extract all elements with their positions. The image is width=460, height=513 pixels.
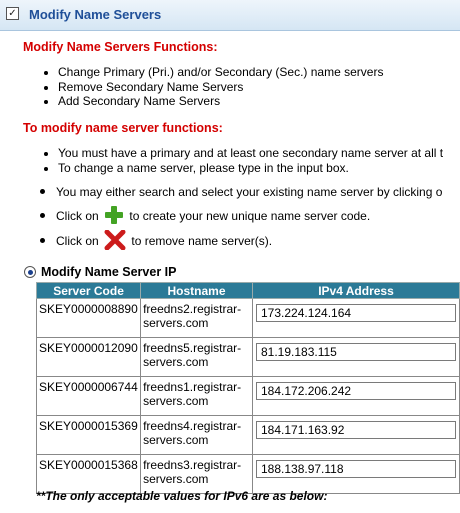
remove-instruction-text: to remove name server(s). — [131, 234, 273, 248]
modify-ip-radio[interactable] — [24, 266, 36, 278]
modify-heading: To modify name server functions: — [23, 121, 223, 135]
add-instruction-text: to create your new unique name server co… — [129, 209, 371, 223]
hostname: freedns4.registrar-servers.com — [140, 415, 253, 455]
section-checkbox[interactable]: ✓ — [6, 7, 19, 20]
ipv4-cell — [251, 298, 460, 338]
ipv4-cell — [251, 415, 460, 455]
server-code: SKEY0000012090 — [35, 337, 142, 377]
add-plus-icon — [104, 205, 124, 225]
server-code: SKEY0000015369 — [35, 415, 142, 455]
hostname: freedns2.registrar-servers.com — [140, 298, 253, 338]
list-item: You must have a primary and at least one… — [58, 146, 443, 161]
click-on-text: Click on — [56, 234, 99, 248]
modify-list: You must have a primary and at least one… — [40, 146, 443, 175]
ipv4-cell — [251, 337, 460, 377]
column-header: Server Code — [35, 282, 142, 299]
ipv4-input[interactable] — [255, 460, 456, 478]
ipv4-input[interactable] — [255, 382, 456, 400]
add-instruction: Click on to create your new unique name … — [40, 205, 370, 225]
bullet — [40, 238, 45, 244]
list-item: Change Primary (Pri.) and/or Secondary (… — [58, 65, 383, 80]
server-code: SKEY0000015368 — [35, 454, 142, 494]
modify-ip-label: Modify Name Server IP — [41, 265, 177, 279]
ipv4-input[interactable] — [255, 421, 456, 439]
name-server-table: Server Code Hostname IPv4 Address SKEY00… — [35, 282, 460, 494]
list-item: Add Secondary Name Servers — [58, 94, 383, 109]
hostname: freedns1.registrar-servers.com — [140, 376, 253, 416]
search-instruction-text: You may either search and select your ex… — [56, 185, 443, 199]
ipv6-footnote: **The only acceptable values for IPv6 ar… — [36, 489, 328, 503]
section-title: Modify Name Servers — [29, 7, 162, 22]
server-code: SKEY0000008890 — [35, 298, 142, 338]
section-header: ✓ Modify Name Servers — [0, 0, 460, 31]
functions-list: Change Primary (Pri.) and/or Secondary (… — [40, 65, 383, 109]
list-item: To change a name server, please type in … — [58, 161, 443, 176]
ipv4-cell — [251, 376, 460, 416]
ipv4-input[interactable] — [255, 343, 456, 361]
hostname: freedns5.registrar-servers.com — [140, 337, 253, 377]
click-on-text: Click on — [56, 209, 99, 223]
table-header-row: Server Code Hostname IPv4 Address — [35, 282, 460, 299]
table-row: SKEY0000015369 freedns4.registrar-server… — [35, 415, 460, 455]
bullet — [40, 189, 45, 195]
functions-heading: Modify Name Servers Functions: — [23, 40, 218, 54]
table-row: SKEY0000006744 freedns1.registrar-server… — [35, 376, 460, 416]
table-row: SKEY0000008890 freedns2.registrar-server… — [35, 298, 460, 338]
remove-instruction: Click on to remove name server(s). — [40, 230, 272, 250]
ipv4-cell — [251, 454, 460, 494]
remove-x-icon — [104, 230, 126, 250]
table-row: SKEY0000012090 freedns5.registrar-server… — [35, 337, 460, 377]
hostname: freedns3.registrar-servers.com — [140, 454, 253, 494]
search-instruction: You may either search and select your ex… — [40, 185, 442, 199]
table-row: SKEY0000015368 freedns3.registrar-server… — [35, 454, 460, 494]
bullet — [40, 213, 45, 219]
server-code: SKEY0000006744 — [35, 376, 142, 416]
column-header: Hostname — [140, 282, 253, 299]
ipv4-input[interactable] — [255, 304, 456, 322]
column-header: IPv4 Address — [251, 282, 460, 299]
list-item: Remove Secondary Name Servers — [58, 80, 383, 95]
